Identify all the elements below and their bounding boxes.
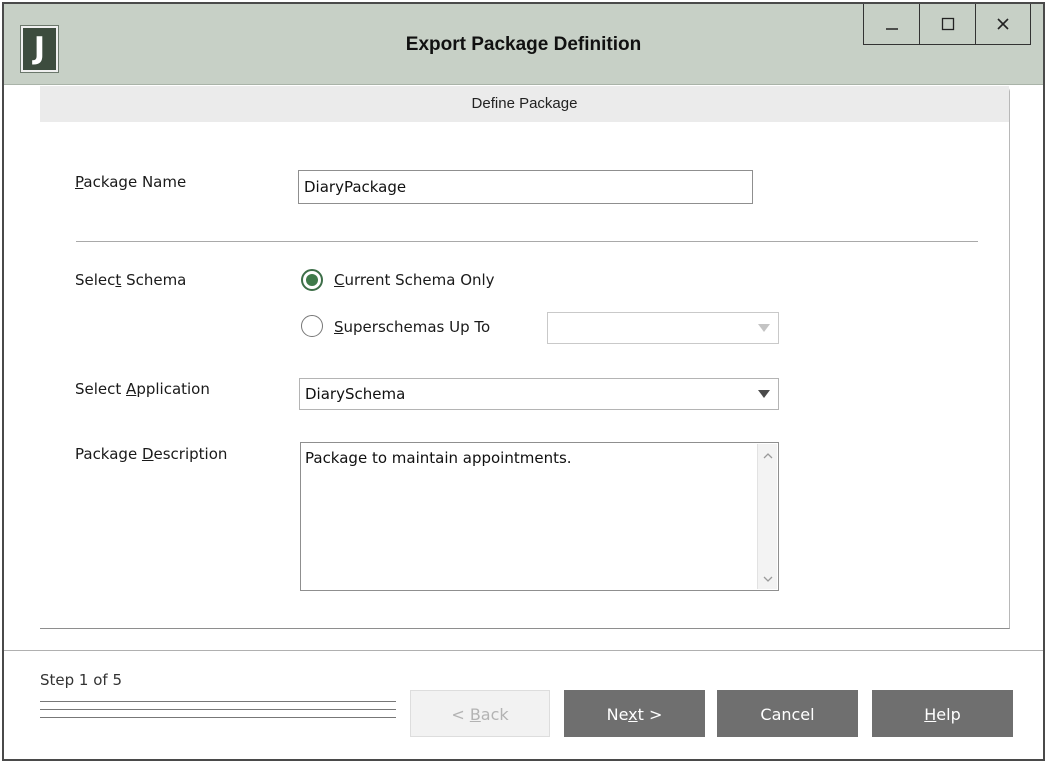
package-description-text: Package to maintain appointments. [305, 449, 572, 467]
application-select[interactable]: DiarySchema [299, 378, 779, 410]
maximize-icon [941, 17, 954, 31]
select-schema-label: Select Schema [75, 271, 187, 289]
chevron-down-icon [758, 324, 770, 332]
package-description-label: Package Description [75, 445, 228, 463]
step-progress-lines [40, 701, 396, 719]
superschemas-up-to-label[interactable]: Superschemas Up To [334, 318, 490, 336]
minimize-button[interactable] [863, 4, 919, 45]
maximize-button[interactable] [919, 4, 975, 45]
window-controls [863, 4, 1031, 45]
scroll-up-icon[interactable] [763, 452, 773, 459]
chevron-down-icon [758, 390, 770, 398]
select-application-label: Select Application [75, 380, 210, 398]
vertical-scrollbar[interactable] [757, 444, 777, 589]
export-package-dialog: J Export Package Definition Define Packa… [2, 2, 1045, 761]
title-bar: J Export Package Definition [4, 4, 1043, 85]
close-button[interactable] [975, 4, 1031, 45]
superschema-select[interactable] [547, 312, 779, 344]
step-indicator: Step 1 of 5 [40, 671, 123, 689]
scroll-down-icon[interactable] [763, 576, 773, 583]
back-button[interactable]: < Back [410, 690, 550, 737]
help-button[interactable]: Help [872, 690, 1013, 737]
cancel-button[interactable]: Cancel [717, 690, 858, 737]
divider [76, 241, 978, 242]
close-icon [997, 18, 1009, 30]
next-button[interactable]: Next > [564, 690, 705, 737]
application-select-value: DiarySchema [305, 385, 406, 403]
minimize-icon [885, 28, 898, 30]
superschemas-up-to-radio[interactable] [301, 315, 323, 337]
current-schema-only-radio[interactable] [301, 269, 323, 291]
package-name-label: Package Name [75, 173, 187, 191]
package-name-input[interactable]: DiaryPackage [298, 170, 753, 204]
current-schema-only-label[interactable]: Current Schema Only [334, 271, 495, 289]
footer-separator [4, 650, 1043, 651]
package-description-textarea[interactable]: Package to maintain appointments. [300, 442, 779, 591]
section-header: Define Package [40, 86, 1009, 122]
